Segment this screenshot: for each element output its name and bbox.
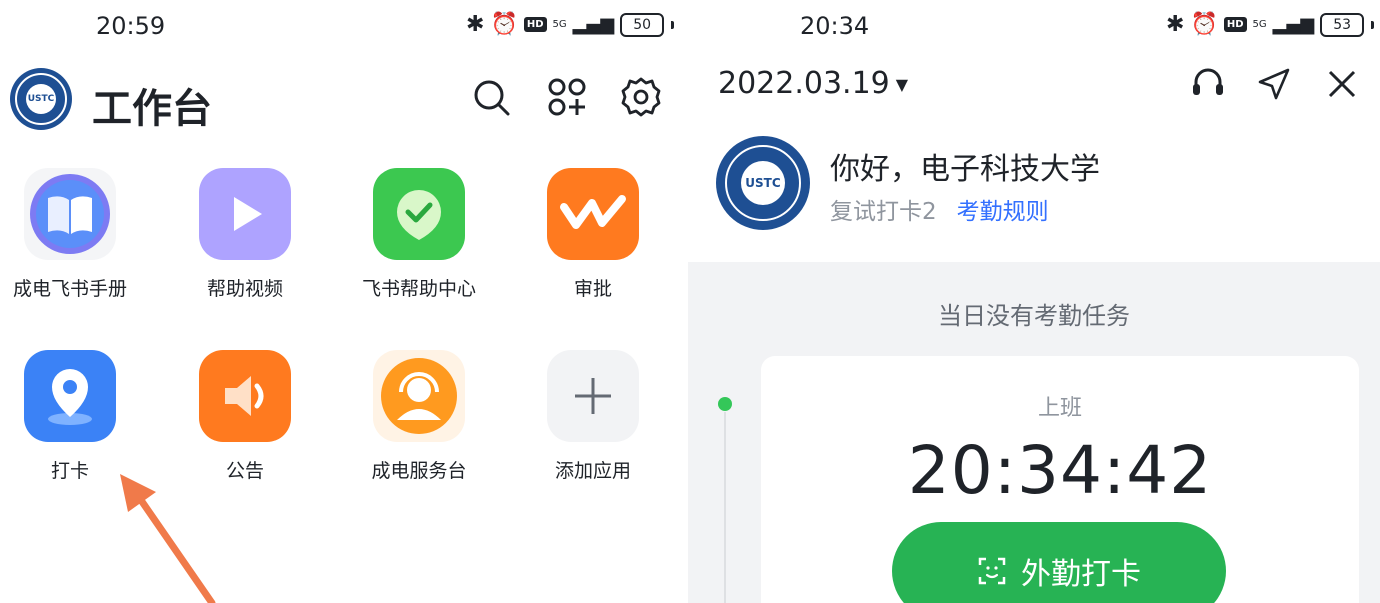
location-pin-icon (24, 350, 116, 442)
bluetooth-icon: ✱ (1166, 12, 1185, 37)
app-feishu-manual[interactable]: 成电飞书手册 (0, 168, 145, 301)
attendance-group: 复试打卡2 考勤规则 (830, 192, 1049, 226)
no-task-message: 当日没有考勤任务 (938, 302, 1130, 330)
workbench-screen: 20:59 ✱ ⏰ HD 5G ▂▄▆ 50 USTC 工作台 成电飞书手册 帮… (0, 0, 688, 603)
punch-card: 上班 20:34:42 外勤打卡 (761, 356, 1359, 603)
face-scan-icon (978, 557, 1006, 585)
timeline-dot (718, 397, 732, 411)
customer-service-icon (373, 350, 465, 442)
date-picker[interactable]: 2022.03.19 ▼ (718, 66, 908, 101)
field-punch-button[interactable]: 外勤打卡 (892, 522, 1226, 603)
battery-level: 50 (620, 12, 665, 37)
app-label: 审批 (573, 278, 612, 300)
hd-icon: HD (523, 17, 547, 32)
university-logo[interactable]: USTC (10, 68, 72, 130)
status-time: 20:34 (800, 12, 870, 40)
battery-icon (671, 20, 675, 29)
app-clock-in[interactable]: 打卡 (0, 350, 145, 483)
bluetooth-icon: ✱ (466, 12, 485, 37)
add-app-icon[interactable] (546, 76, 588, 118)
annotation-arrow (120, 474, 216, 603)
app-label: 帮助视频 (206, 278, 283, 300)
app-label: 飞书帮助中心 (361, 278, 476, 300)
university-logo: USTC (716, 136, 810, 230)
plus-icon (547, 350, 639, 442)
app-label: 添加应用 (554, 460, 631, 482)
signal-icon: ▂▄▆ (572, 14, 615, 35)
book-icon (24, 168, 116, 260)
app-service-desk[interactable]: 成电服务台 (344, 350, 494, 483)
punch-button-label: 外勤打卡 (1021, 557, 1141, 592)
check-shield-icon (373, 168, 465, 260)
status-bar-icons: ✱ ⏰ HD 5G ▂▄▆ 50 (466, 12, 675, 37)
settings-icon[interactable] (620, 76, 662, 118)
send-icon[interactable] (1256, 66, 1292, 102)
app-approval[interactable]: 审批 (518, 168, 668, 301)
attendance-rules-link[interactable]: 考勤规则 (957, 199, 1049, 225)
headset-icon[interactable] (1188, 66, 1228, 102)
greeting-text: 你好，电子科技大学 (830, 152, 1100, 187)
status-time: 20:59 (96, 12, 166, 40)
alarm-icon: ⏰ (1190, 12, 1218, 37)
app-label: 成电飞书手册 (12, 278, 127, 300)
speaker-icon (199, 350, 291, 442)
network-label: 5G (552, 18, 567, 30)
play-icon (199, 168, 291, 260)
battery-icon (1371, 20, 1375, 29)
alarm-icon: ⏰ (490, 12, 518, 37)
group-name: 复试打卡2 (830, 199, 937, 225)
network-label: 5G (1252, 18, 1267, 30)
clock-in-screen: 20:34 ✱ ⏰ HD 5G ▂▄▆ 53 2022.03.19 ▼ USTC … (688, 0, 1380, 603)
page-title: 工作台 (92, 86, 212, 132)
status-bar-icons: ✱ ⏰ HD 5G ▂▄▆ 53 (1166, 12, 1375, 37)
app-label: 成电服务台 (371, 460, 467, 482)
search-icon[interactable] (470, 76, 512, 118)
battery-level: 53 (1320, 12, 1365, 37)
app-announcement[interactable]: 公告 (170, 350, 320, 483)
app-help-center[interactable]: 飞书帮助中心 (344, 168, 494, 301)
current-time: 20:34:42 (907, 432, 1213, 509)
shift-label: 上班 (1037, 396, 1082, 421)
approval-icon (547, 168, 639, 260)
hd-icon: HD (1223, 17, 1247, 32)
date-label: 2022.03.19 (718, 66, 890, 101)
close-icon[interactable] (1324, 66, 1360, 102)
timeline-line (724, 412, 726, 603)
app-help-videos[interactable]: 帮助视频 (170, 168, 320, 301)
app-add[interactable]: 添加应用 (518, 350, 668, 483)
caret-down-icon: ▼ (895, 75, 909, 94)
signal-icon: ▂▄▆ (1272, 14, 1315, 35)
